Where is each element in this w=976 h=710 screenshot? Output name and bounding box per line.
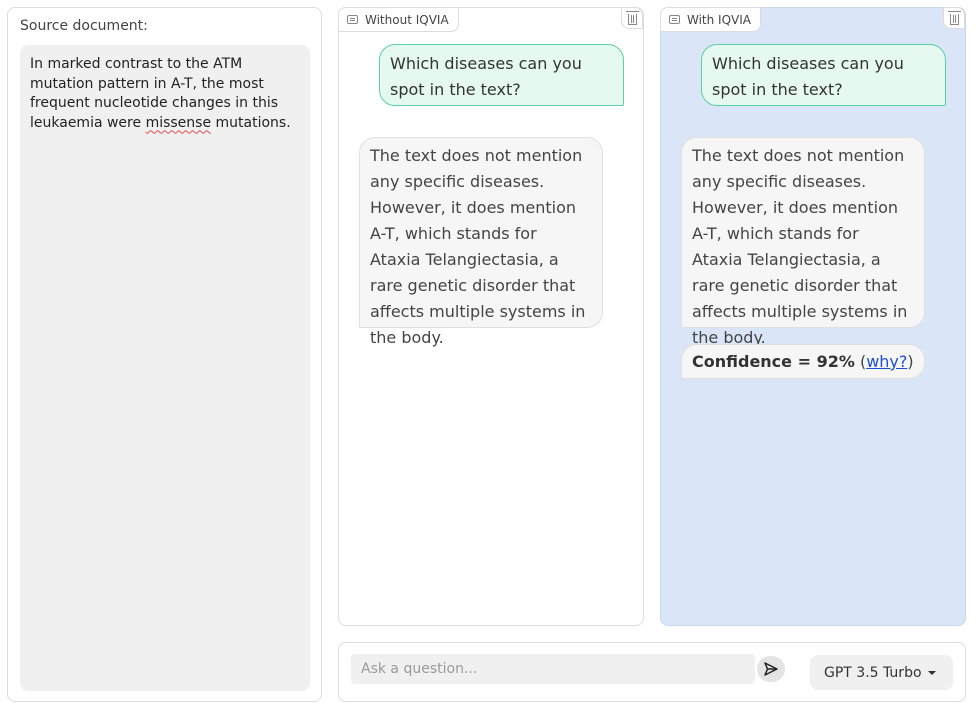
bot-message: The text does not mention any specific d… <box>359 137 603 347</box>
tab-without-iqvia: Without IQVIA <box>338 7 459 32</box>
question-input-bar: GPT 3.5 Turbo <box>338 642 966 702</box>
confidence-label: Confidence = 92% <box>692 352 855 371</box>
clear-chat-button[interactable] <box>621 7 643 29</box>
tab-label: Without IQVIA <box>365 12 449 27</box>
chat-panel-with-iqvia: With IQVIA Which diseases can you spot i… <box>660 7 966 626</box>
bot-message: The text does not mention any specific d… <box>681 137 925 347</box>
model-select-value: GPT 3.5 Turbo <box>824 664 922 681</box>
trash-icon <box>947 11 961 25</box>
clear-chat-button[interactable] <box>943 7 965 29</box>
caret-down-icon <box>927 671 936 675</box>
misspelled-word: missense <box>145 114 212 131</box>
why-link[interactable]: why? <box>866 352 907 371</box>
question-input[interactable] <box>351 654 755 684</box>
chat-icon <box>347 15 358 24</box>
chat-panel-without-iqvia: Without IQVIA Which diseases can you spo… <box>338 7 644 626</box>
source-text-after: mutations. <box>211 114 291 131</box>
send-button[interactable] <box>757 656 785 682</box>
tab-label: With IQVIA <box>687 12 752 27</box>
send-icon <box>764 662 778 676</box>
source-document-label: Source document: <box>20 18 148 34</box>
user-message: Which diseases can you spot in the text? <box>701 44 946 106</box>
user-message: Which diseases can you spot in the text? <box>379 44 624 106</box>
tab-with-iqvia: With IQVIA <box>660 7 762 32</box>
confidence-message: Confidence = 92% (why?) <box>681 344 925 379</box>
trash-icon <box>625 11 639 25</box>
source-document-panel: Source document: In marked contrast to t… <box>7 7 322 702</box>
source-document-text[interactable]: In marked contrast to the ATM mutation p… <box>20 45 310 691</box>
model-select[interactable]: GPT 3.5 Turbo <box>810 655 953 690</box>
chat-icon <box>669 15 680 24</box>
